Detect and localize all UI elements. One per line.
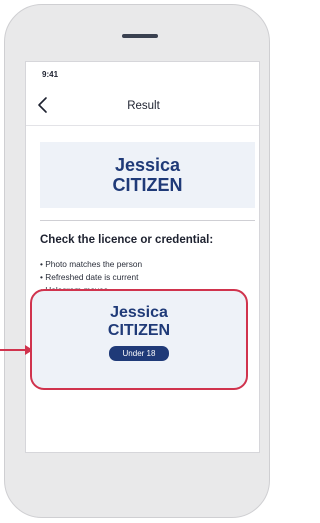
nav-divider — [26, 125, 259, 126]
arrow-right-icon — [0, 345, 33, 355]
age-status-badge: Under 18 — [108, 346, 170, 361]
phone-speaker — [122, 34, 158, 38]
phone-frame: 9:41 Result Jessica CITIZEN Check the li… — [4, 4, 270, 518]
check-heading: Check the licence or credential: — [40, 234, 214, 246]
app-screen: 9:41 Result Jessica CITIZEN Check the li… — [25, 61, 260, 453]
first-name: Jessica — [114, 155, 181, 175]
name-card: Jessica CITIZEN — [40, 142, 255, 208]
check-item: Photo matches the person — [40, 258, 142, 271]
highlighted-result-card: Jessica CITIZEN Under 18 — [30, 289, 248, 390]
last-name: CITIZEN — [112, 175, 183, 195]
section-divider — [40, 220, 255, 221]
highlight-first-name: Jessica — [110, 304, 168, 321]
status-time: 9:41 — [42, 70, 59, 79]
page-title: Result — [127, 100, 160, 112]
highlight-last-name: CITIZEN — [107, 322, 171, 339]
check-item: Refreshed date is current — [40, 271, 142, 284]
